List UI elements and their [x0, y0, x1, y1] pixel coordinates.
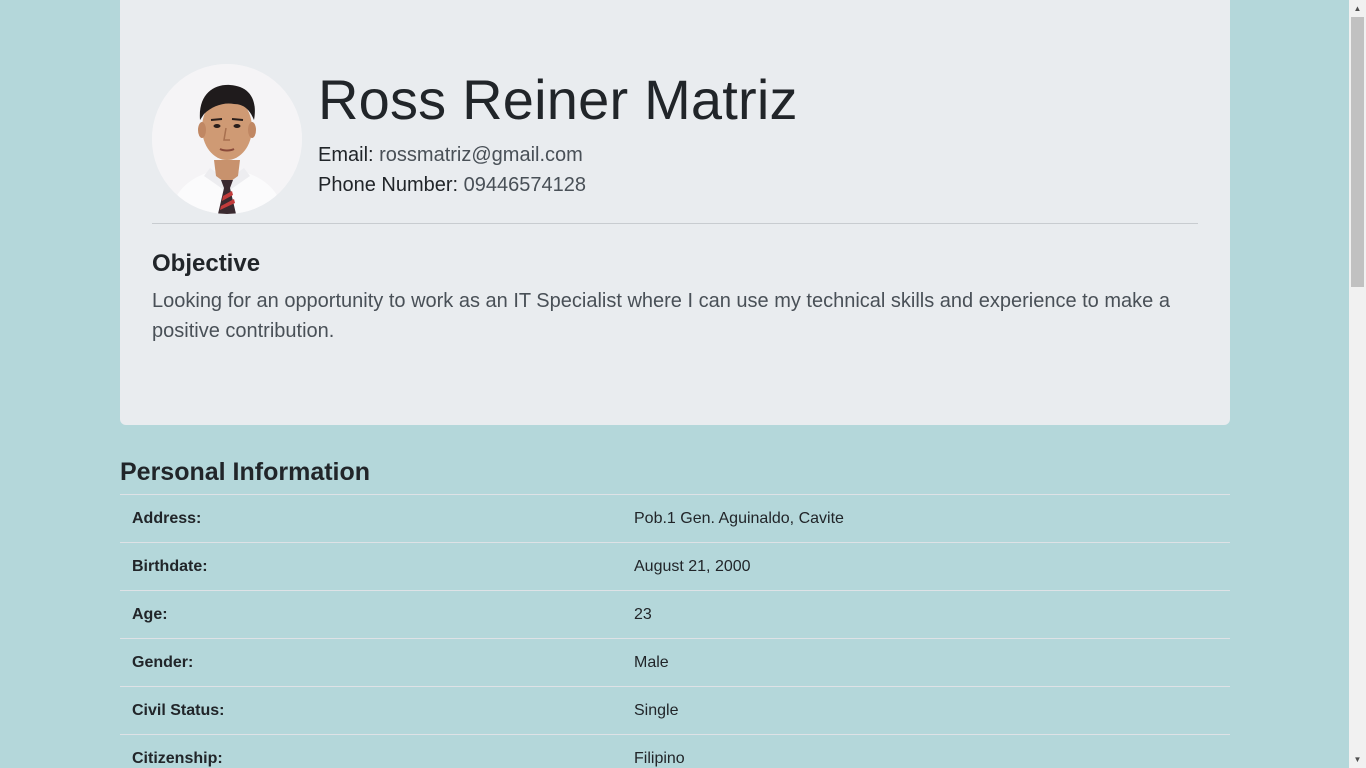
- email-value: rossmatriz@gmail.com: [379, 144, 583, 166]
- profile-name: Ross Reiner Matriz: [318, 68, 798, 131]
- scrollbar-thumb[interactable]: [1351, 17, 1364, 287]
- scroll-up-arrow-icon[interactable]: ▲: [1349, 0, 1366, 17]
- row-value: 23: [622, 590, 1230, 639]
- phone-value: 09446574128: [463, 174, 586, 196]
- profile-photo: [152, 64, 302, 214]
- phone-line: Phone Number: 09446574128: [318, 170, 586, 200]
- person-portrait-icon: [152, 64, 302, 214]
- table-row: Birthdate: August 21, 2000: [120, 542, 1230, 591]
- row-label: Citizenship:: [120, 734, 622, 768]
- objective-text: Looking for an opportunity to work as an…: [152, 290, 1170, 342]
- row-label: Civil Status:: [120, 686, 622, 735]
- row-label: Gender:: [120, 638, 622, 687]
- row-value: Filipino: [622, 734, 1230, 768]
- email-label: Email:: [318, 144, 374, 166]
- personal-info-table: Address: Pob.1 Gen. Aguinaldo, Cavite Bi…: [120, 494, 1230, 768]
- row-value: Single: [622, 686, 1230, 735]
- row-label: Address:: [120, 494, 622, 543]
- objective-heading: Objective: [152, 250, 261, 277]
- row-label: Birthdate:: [120, 542, 622, 591]
- table-row: Gender: Male: [120, 638, 1230, 687]
- table-row: Citizenship: Filipino: [120, 734, 1230, 768]
- row-label: Age:: [120, 590, 622, 639]
- table-row: Civil Status: Single: [120, 686, 1230, 735]
- personal-info-heading: Personal Information: [120, 458, 371, 486]
- row-value: Pob.1 Gen. Aguinaldo, Cavite: [622, 494, 1230, 543]
- row-value: Male: [622, 638, 1230, 687]
- header-divider: [152, 223, 1198, 224]
- scroll-down-arrow-icon[interactable]: ▼: [1349, 751, 1366, 768]
- page-content: Ross Reiner Matriz Email: rossmatriz@gma…: [0, 0, 1349, 768]
- table-row: Address: Pob.1 Gen. Aguinaldo, Cavite: [120, 494, 1230, 543]
- browser-viewport: Ross Reiner Matriz Email: rossmatriz@gma…: [0, 0, 1366, 768]
- email-line: Email: rossmatriz@gmail.com: [318, 140, 583, 170]
- phone-label: Phone Number:: [318, 174, 459, 196]
- table-row: Age: 23: [120, 590, 1230, 639]
- vertical-scrollbar[interactable]: ▲ ▼: [1349, 0, 1366, 768]
- profile-header: Ross Reiner Matriz Email: rossmatriz@gma…: [120, 0, 1230, 425]
- row-value: August 21, 2000: [622, 542, 1230, 591]
